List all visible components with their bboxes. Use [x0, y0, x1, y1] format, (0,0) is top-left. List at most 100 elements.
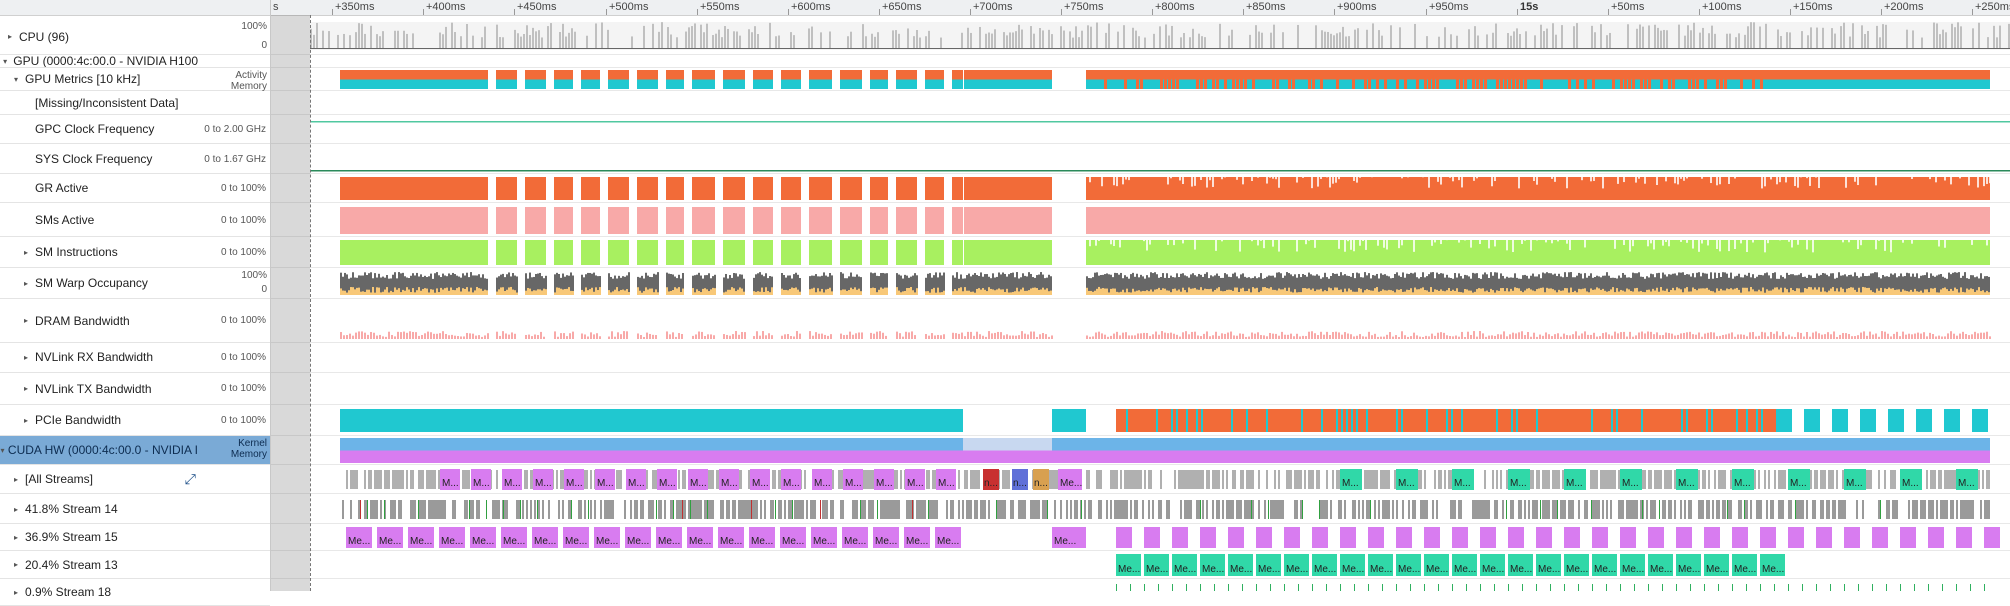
- row-sm-warp[interactable]: ▸SM Warp Occupancy100%0: [0, 268, 270, 299]
- dram-bar: [1794, 337, 1796, 339]
- row-dram[interactable]: ▸DRAM Bandwidth0 to 100%: [0, 299, 270, 343]
- cpu-usage-bar: [1081, 31, 1083, 48]
- activity-bar: [809, 70, 832, 80]
- expand-triangle-icon[interactable]: ▸: [20, 353, 32, 362]
- expand-triangle-icon[interactable]: ▸: [20, 248, 32, 257]
- cpu-usage-bar: [919, 38, 921, 48]
- memory-bar-mixed: [1592, 80, 1595, 90]
- dram-bar: [1155, 332, 1157, 339]
- time-scale-selector[interactable]: [203, 0, 206, 15]
- stream-slice: [388, 470, 390, 489]
- row-stream13[interactable]: ▸20.4% Stream 13: [0, 551, 270, 579]
- stream14-slice: [740, 500, 742, 519]
- stream-slice: [1768, 470, 1770, 489]
- row-gpu-metrics[interactable]: ▾GPU Metrics [10 kHz]ActivityMemory: [0, 68, 270, 91]
- warp-bar-light: [1136, 291, 1138, 295]
- expand-streams-icon[interactable]: ⤢: [185, 471, 196, 488]
- row-gpu[interactable]: ▾GPU (0000:4c:00.0 - NVIDIA H100: [0, 55, 270, 68]
- stream14-slice: [430, 500, 432, 519]
- warp-bar-light: [1974, 292, 1976, 295]
- collapse-triangle-icon[interactable]: ▾: [0, 446, 5, 455]
- stream-slice: [1050, 470, 1052, 489]
- cpu-usage-bar: [454, 32, 456, 48]
- dram-bar: [1692, 334, 1694, 339]
- warp-bar-light: [599, 287, 601, 295]
- warp-bar-light: [964, 287, 966, 295]
- stream14-slice: [894, 500, 896, 519]
- stream14-slice: [798, 500, 800, 519]
- dram-bar: [463, 336, 465, 339]
- row-all-streams[interactable]: ▸[All Streams]⤢: [0, 465, 270, 494]
- stream-slice: [1298, 470, 1300, 489]
- dram-bar: [1581, 333, 1583, 339]
- row-cpu[interactable]: ▸CPU (96)100%0: [0, 19, 270, 55]
- kernel-label: M...: [752, 478, 769, 489]
- stream-slice: [1842, 470, 1844, 489]
- expand-triangle-icon[interactable]: ▸: [20, 279, 32, 288]
- pcie-bar-mixed: [1266, 409, 1268, 432]
- row-stream18[interactable]: ▸0.9% Stream 18: [0, 579, 270, 606]
- stream14-slice: [1300, 500, 1302, 519]
- expand-triangle-icon[interactable]: ▸: [10, 533, 22, 542]
- expand-triangle-icon[interactable]: ▸: [10, 475, 22, 484]
- row-name: GR Active: [0, 174, 233, 202]
- timeline-tracks[interactable]: M...M...M...M...M...M...M...M...M...M...…: [270, 15, 2010, 591]
- dram-bar: [1947, 333, 1949, 339]
- row-sys-clock[interactable]: SYS Clock Frequency0 to 1.67 GHz: [0, 145, 270, 174]
- metric-gap: [1302, 177, 1304, 178]
- timeline-pane[interactable]: s+350ms+400ms+450ms+500ms+550ms+600ms+65…: [270, 0, 2010, 591]
- stream-slice: [412, 470, 414, 489]
- row-pcie[interactable]: ▸PCIe Bandwidth0 to 100%: [0, 405, 270, 436]
- stream18-marker: [1214, 584, 1215, 591]
- row-stream14[interactable]: ▸41.8% Stream 14: [0, 495, 270, 524]
- cpu-usage-bar: [547, 26, 549, 48]
- stream-slice: [1438, 470, 1440, 489]
- warp-bar: [1606, 272, 1608, 295]
- warp-bar-light: [1610, 289, 1612, 295]
- expand-triangle-icon[interactable]: ▸: [20, 416, 32, 425]
- row-gr-active[interactable]: GR Active0 to 100%: [0, 174, 270, 203]
- row-stream15[interactable]: ▸36.9% Stream 15: [0, 524, 270, 551]
- metric-gap: [1296, 240, 1298, 251]
- warp-bar-light: [1356, 292, 1358, 295]
- warp-bar-light: [1752, 289, 1754, 295]
- collapse-triangle-icon[interactable]: ▾: [0, 57, 10, 66]
- dram-bar: [824, 335, 826, 339]
- stream14-slice: [1840, 500, 1842, 519]
- stream14-slice: [806, 500, 808, 519]
- expand-triangle-icon[interactable]: ▸: [10, 560, 22, 569]
- row-gpc-clock[interactable]: GPC Clock Frequency0 to 2.00 GHz: [0, 115, 270, 144]
- row-cuda-hw[interactable]: ▾CUDA HW (0000:4c:00.0 - NVIDIA IKernelM…: [0, 436, 270, 465]
- collapse-triangle-icon[interactable]: ▾: [10, 75, 22, 84]
- warp-bar-light: [1014, 291, 1016, 295]
- metric-bar: [554, 240, 573, 265]
- metric-gap: [1602, 177, 1604, 188]
- timeline-ruler[interactable]: s+350ms+400ms+450ms+500ms+550ms+600ms+65…: [270, 0, 2010, 16]
- stream-slice: [1542, 470, 1544, 489]
- dram-bar: [1737, 334, 1739, 339]
- expand-triangle-icon[interactable]: ▸: [20, 316, 32, 325]
- expand-triangle-icon[interactable]: ▸: [10, 588, 22, 597]
- row-sm-instr[interactable]: ▸SM Instructions0 to 100%: [0, 237, 270, 268]
- stream-slice: [1546, 470, 1548, 489]
- pcie-bar: [1888, 409, 1904, 432]
- warp-bar-light: [1156, 289, 1158, 295]
- warp-bar-light: [886, 288, 888, 295]
- stream14-slice: [1518, 500, 1520, 519]
- expand-triangle-icon[interactable]: ▸: [20, 384, 32, 393]
- stream-slice: [1948, 470, 1950, 489]
- row-nvlink-tx[interactable]: ▸NVLink TX Bandwidth0 to 100%: [0, 373, 270, 405]
- expand-triangle-icon[interactable]: ▸: [4, 32, 16, 41]
- stream-slice: [1294, 470, 1296, 489]
- stream-slice: [1190, 470, 1192, 489]
- warp-bar-light: [410, 292, 412, 295]
- dram-bar: [781, 336, 783, 339]
- row-missing[interactable]: [Missing/Inconsistent Data]: [0, 91, 270, 115]
- stream-slice: [402, 470, 404, 489]
- row-sms-active[interactable]: SMs Active0 to 100%: [0, 204, 270, 237]
- warp-bar-light: [1804, 288, 1806, 295]
- metric-gap: [1110, 240, 1112, 244]
- warp-bar-light: [1972, 289, 1974, 295]
- row-nvlink-rx[interactable]: ▸NVLink RX Bandwidth0 to 100%: [0, 342, 270, 373]
- expand-triangle-icon[interactable]: ▸: [10, 505, 22, 514]
